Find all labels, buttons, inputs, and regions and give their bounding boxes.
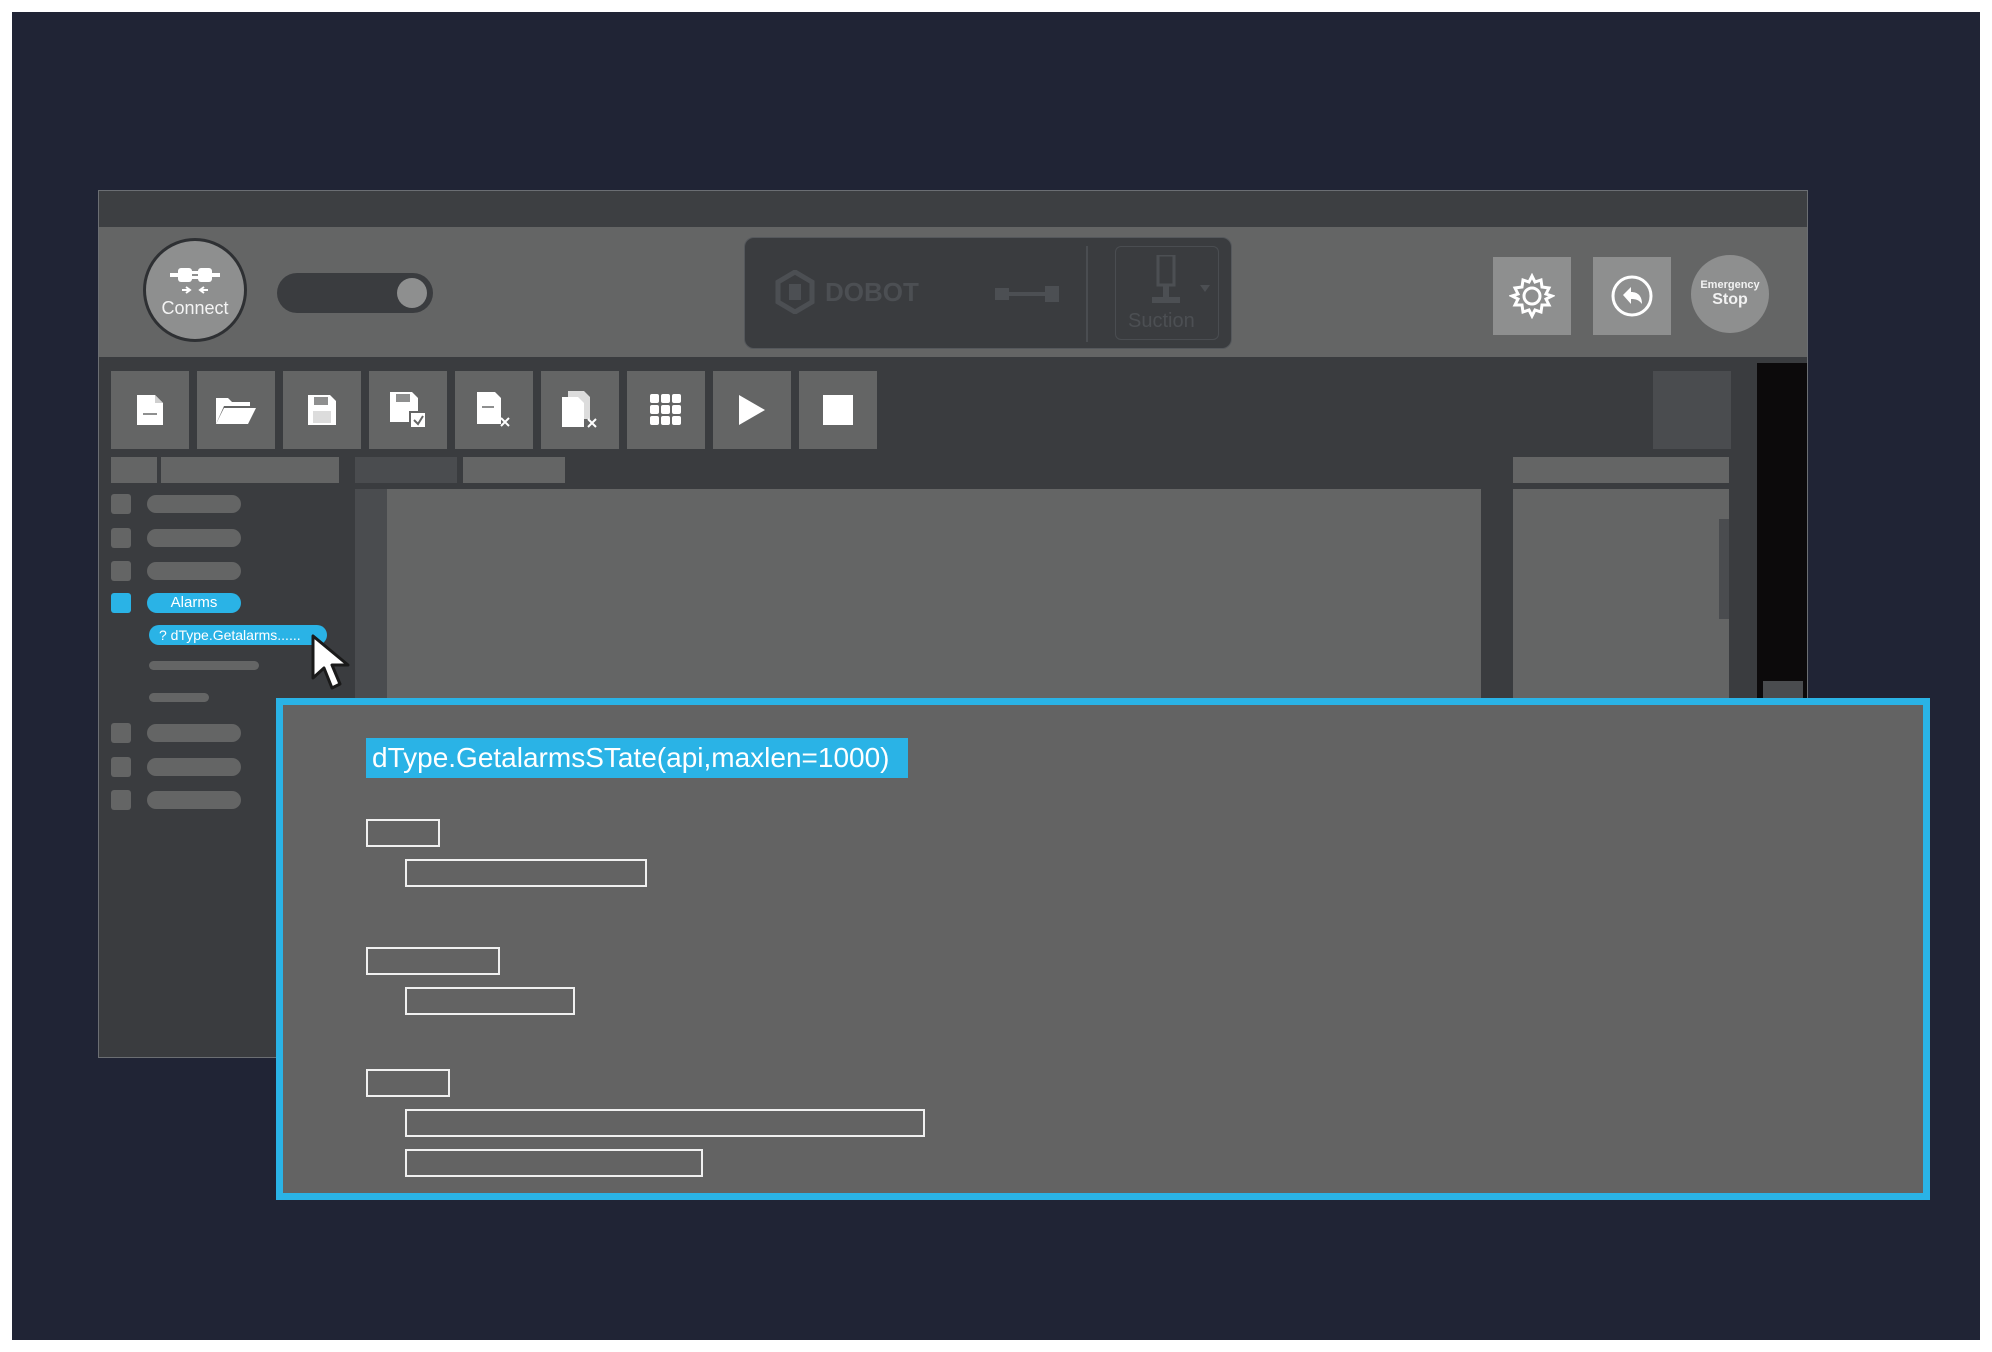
header-bar: Connect DOBOT Suction Emergency Stop <box>99 227 1807 357</box>
sidebar-item-checkbox[interactable] <box>111 494 131 514</box>
dobot-logo-icon <box>775 270 815 314</box>
sidebar-item[interactable] <box>147 495 241 513</box>
placeholder-block <box>366 947 500 975</box>
sidebar-item[interactable] <box>147 529 241 547</box>
open-folder-icon <box>216 398 256 424</box>
close-file-button[interactable] <box>455 371 533 449</box>
settings-button[interactable] <box>1493 257 1571 335</box>
tool-selector[interactable]: Suction <box>1115 246 1219 340</box>
arm-connector-icon <box>995 286 1059 302</box>
sidebar-item[interactable] <box>147 791 241 809</box>
connect-label: Connect <box>161 297 229 318</box>
placeholder-line <box>405 859 647 887</box>
mouse-cursor-icon <box>311 634 350 690</box>
placeholder-line <box>405 1109 925 1137</box>
sidebar-item-checkbox-alarms[interactable] <box>111 593 131 613</box>
placeholder-block <box>366 1069 450 1097</box>
save-as-icon <box>390 392 427 429</box>
plug-icon <box>170 267 220 294</box>
grid-icon <box>650 394 681 425</box>
mode-toggle[interactable] <box>277 273 433 313</box>
save-as-button[interactable] <box>369 371 447 449</box>
new-file-button[interactable] <box>111 371 189 449</box>
sidebar-item-checkbox[interactable] <box>111 561 131 581</box>
sidebar-subitem-getalarms[interactable]: ? dType.Getalarms...... <box>149 625 327 645</box>
sidebar-header-left <box>111 457 157 483</box>
toolbar-right-slot[interactable] <box>1653 371 1731 449</box>
device-brand: DOBOT <box>825 276 919 307</box>
save-button[interactable] <box>283 371 361 449</box>
device-logo: DOBOT <box>775 270 919 314</box>
suction-cup-icon <box>1152 255 1180 303</box>
stop-button[interactable] <box>799 371 877 449</box>
play-icon <box>739 395 765 425</box>
back-button[interactable] <box>1593 257 1671 335</box>
emergency-label: Emergency <box>1700 279 1760 291</box>
connect-button[interactable]: Connect <box>143 238 247 342</box>
sidebar-item[interactable] <box>147 724 241 742</box>
placeholder-line <box>405 1149 703 1177</box>
new-file-icon <box>137 395 163 425</box>
device-divider <box>1086 246 1088 342</box>
right-panel-header <box>1513 457 1729 483</box>
close-all-button[interactable] <box>541 371 619 449</box>
sidebar-subitem[interactable] <box>149 693 209 702</box>
save-icon <box>308 395 336 425</box>
sidebar-item-checkbox[interactable] <box>111 723 131 743</box>
sidebar-item-checkbox[interactable] <box>111 528 131 548</box>
editor-tab[interactable] <box>463 457 565 483</box>
sidebar-header-right <box>161 457 339 483</box>
api-tooltip-popup: dType.GetalarmsSTate(api,maxlen=1000) <box>276 698 1930 1200</box>
placeholder-block <box>366 819 440 847</box>
sidebar-item-alarms[interactable]: Alarms <box>147 593 241 613</box>
emergency-stop-button[interactable]: Emergency Stop <box>1691 255 1769 333</box>
undo-icon <box>1611 275 1653 317</box>
stop-icon <box>823 395 853 425</box>
gear-icon <box>1509 273 1555 319</box>
right-panel-scrollbar[interactable] <box>1719 519 1729 619</box>
editor-tab[interactable] <box>355 457 457 483</box>
sidebar-subitem[interactable] <box>149 661 259 670</box>
device-panel: DOBOT Suction <box>744 237 1232 349</box>
close-file-icon <box>477 392 510 427</box>
grid-button[interactable] <box>627 371 705 449</box>
sidebar-item[interactable] <box>147 758 241 776</box>
toggle-knob <box>397 278 427 308</box>
sidebar-item-checkbox[interactable] <box>111 790 131 810</box>
tool-name: Suction <box>1128 310 1195 332</box>
chevron-down-icon <box>1200 285 1210 292</box>
api-signature: dType.GetalarmsSTate(api,maxlen=1000) <box>366 738 908 778</box>
close-all-icon <box>562 391 597 428</box>
placeholder-line <box>405 987 575 1015</box>
sidebar-item[interactable] <box>147 562 241 580</box>
sidebar-item-checkbox[interactable] <box>111 757 131 777</box>
stop-label: Stop <box>1712 291 1748 308</box>
open-file-button[interactable] <box>197 371 275 449</box>
play-button[interactable] <box>713 371 791 449</box>
title-bar <box>99 191 1807 227</box>
backdrop: Connect DOBOT Suction Emergency Stop Ala… <box>12 12 1980 1340</box>
